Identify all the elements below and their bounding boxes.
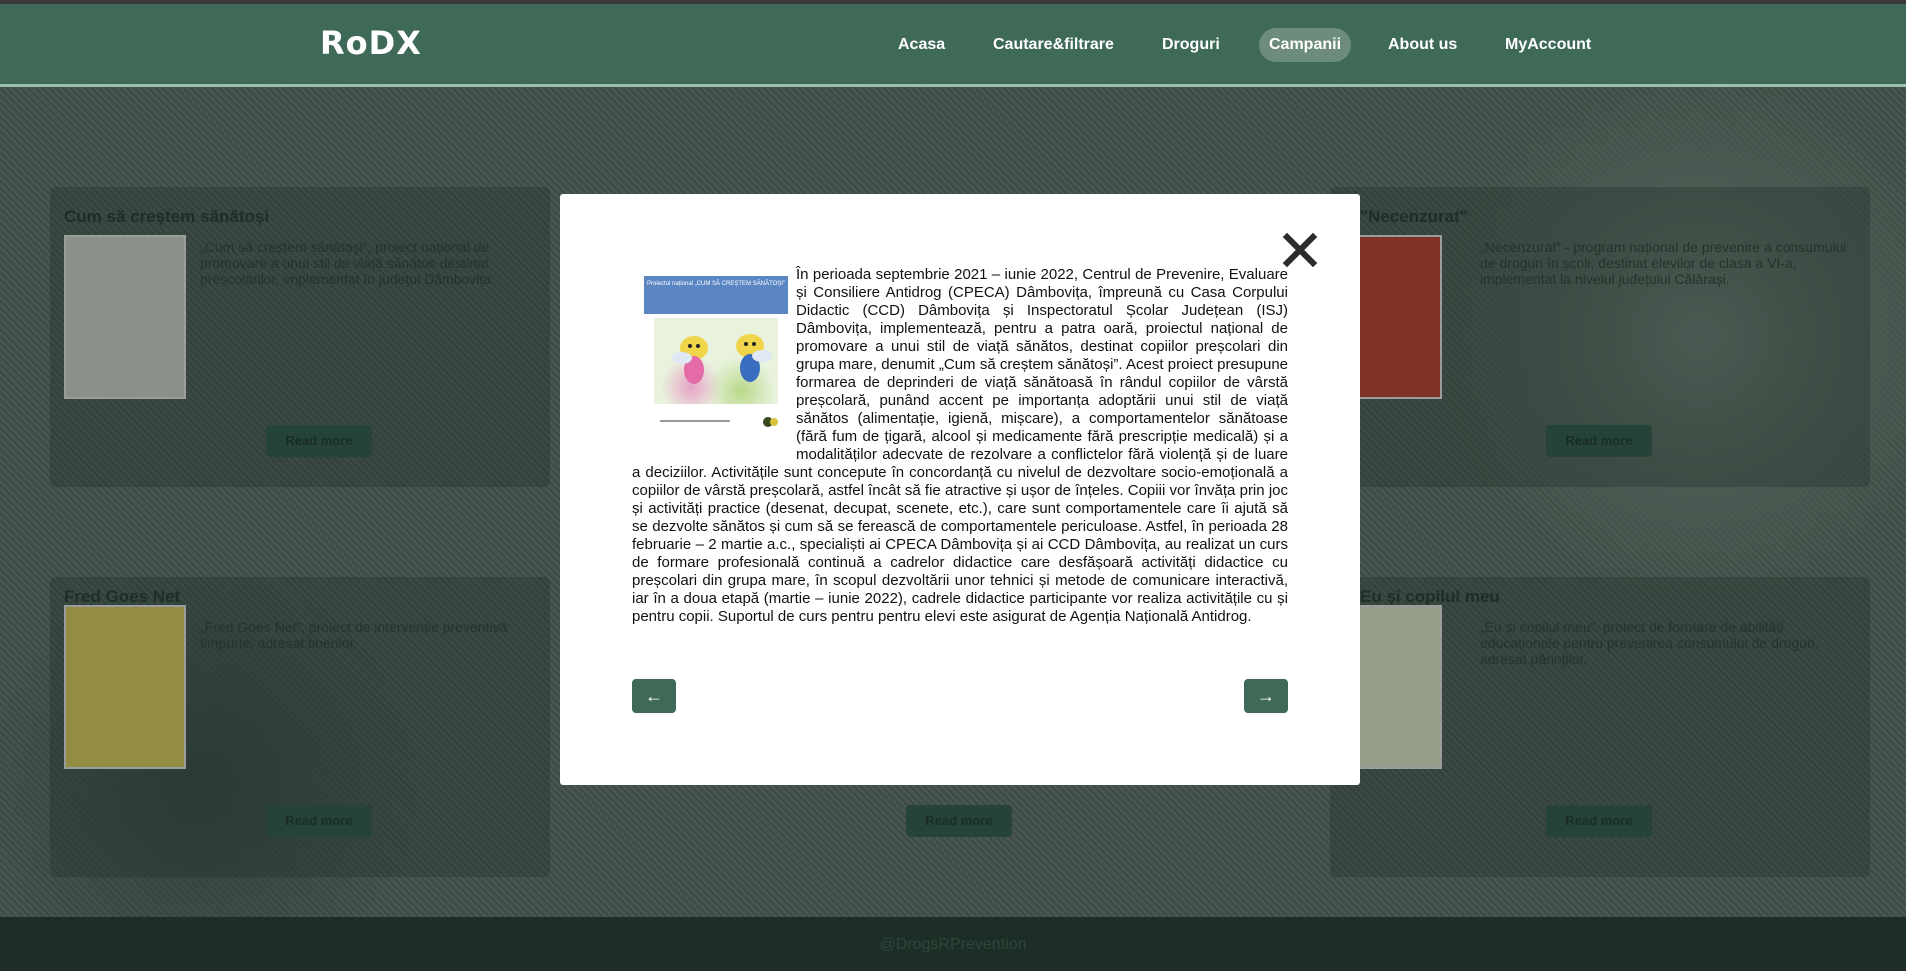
poster-illustration [654, 318, 778, 404]
previous-button[interactable]: ← [632, 679, 676, 713]
poster-title: Proiectul național „CUM SĂ CREȘTEM SĂNĂT… [644, 276, 788, 314]
nav-item-myaccount[interactable]: MyAccount [1495, 28, 1601, 62]
nav-item-about-us[interactable]: About us [1378, 28, 1467, 62]
nav-item-campanii[interactable]: Campanii [1259, 28, 1352, 62]
modal-body: Proiectul național „CUM SĂ CREȘTEM SĂNĂT… [632, 266, 1288, 626]
nav-item-droguri[interactable]: Droguri [1152, 28, 1230, 62]
poster-footer-logos [660, 416, 780, 436]
site-header: RoDX Acasa Cautare&filtrare Droguri Camp… [0, 4, 1906, 87]
nav-item-acasa[interactable]: Acasa [888, 28, 955, 62]
next-button[interactable]: → [1244, 679, 1288, 713]
campaign-modal: Proiectul național „CUM SĂ CREȘTEM SĂNĂT… [560, 194, 1360, 785]
campaign-poster-image: Proiectul național „CUM SĂ CREȘTEM SĂNĂT… [632, 268, 788, 458]
close-icon[interactable] [1282, 232, 1318, 268]
site-logo[interactable]: RoDX [320, 24, 422, 62]
nav-item-cautare[interactable]: Cautare&filtrare [983, 28, 1124, 62]
